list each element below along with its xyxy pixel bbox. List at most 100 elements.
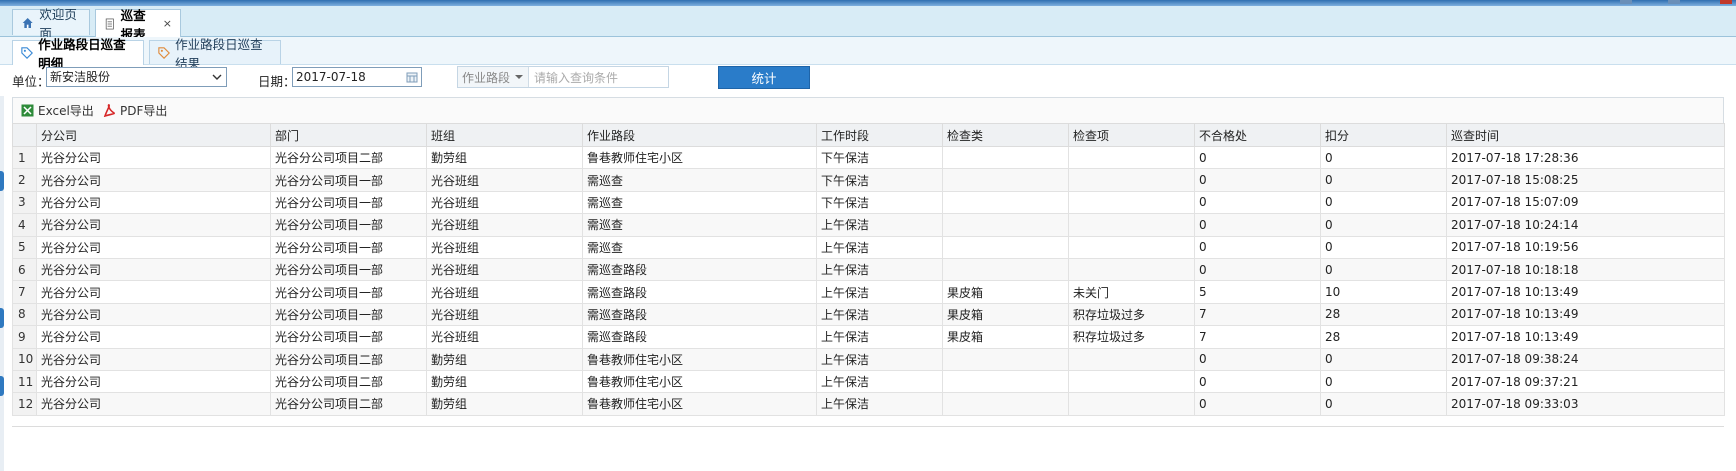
window-close-icon[interactable]: [1720, 0, 1732, 4]
table-cell: [1068, 213, 1195, 237]
column-header[interactable]: 分公司: [36, 123, 271, 147]
table-cell: 下午保洁: [816, 145, 943, 170]
table-cell: 2017-07-18 10:13:49: [1446, 302, 1725, 327]
home-icon: [22, 17, 33, 28]
column-header[interactable]: 扣分: [1320, 123, 1447, 147]
table-cell: 上午保洁: [816, 392, 943, 416]
table-cell: 光谷班组: [426, 302, 583, 327]
date-input[interactable]: 2017-07-18: [292, 67, 422, 87]
excel-export-button[interactable]: Excel导出: [21, 102, 94, 119]
table-row[interactable]: 3 光谷分公司 光谷分公司项目一部 光谷班组 需巡查 下午保洁 0 0 2017-07-18 1…: [12, 190, 1725, 215]
row-number: 9: [12, 325, 37, 349]
table-row[interactable]: 12 光谷分公司 光谷分公司项目二部 勤劳组 鲁巷教师住宅小区 上午保洁 0 0 2017-07…: [12, 392, 1725, 416]
tab-daily-detail[interactable]: 作业路段日巡查明细: [12, 37, 144, 71]
table-cell: [1068, 347, 1195, 371]
table-row[interactable]: 8 光谷分公司 光谷分公司项目一部 光谷班组 需巡查路段 上午保洁 果皮箱 积存垃圾过多 7 28…: [12, 302, 1725, 327]
table-row[interactable]: 10 光谷分公司 光谷分公司项目二部 勤劳组 鲁巷教师住宅小区 上午保洁 0 0 2017-07…: [12, 347, 1725, 371]
table-cell: 0: [1194, 257, 1321, 282]
table-cell: [1068, 392, 1195, 416]
window-control-icon[interactable]: [1620, 0, 1632, 4]
table-cell: 需巡查路段: [582, 257, 817, 282]
pdf-icon: [103, 104, 115, 117]
table-cell: 光谷分公司: [36, 325, 271, 349]
table-cell: 需巡查: [582, 168, 817, 192]
table-cell: 勤劳组: [426, 369, 583, 394]
table-cell: 2017-07-18 17:28:36: [1446, 145, 1725, 170]
table-cell: 0: [1320, 392, 1447, 416]
table-cell: 上午保洁: [816, 369, 943, 394]
tab-report[interactable]: 巡查报表 ×: [95, 8, 181, 42]
table-row[interactable]: 11 光谷分公司 光谷分公司项目二部 勤劳组 鲁巷教师住宅小区 上午保洁 0 0 2017-07…: [12, 369, 1725, 394]
table-cell: 光谷分公司项目二部: [270, 392, 427, 416]
unit-select-value: 新安洁股份: [50, 70, 111, 84]
table-cell: 光谷分公司: [36, 168, 271, 192]
tab-daily-result[interactable]: 作业路段日巡查结果: [149, 37, 281, 71]
table-cell: 0: [1194, 235, 1321, 259]
table-cell: 上午保洁: [816, 280, 943, 304]
field-select-value: 作业路段: [462, 70, 511, 85]
query-input[interactable]: 请输入查询条件: [529, 69, 618, 86]
table-cell: 上午保洁: [816, 347, 943, 371]
column-header[interactable]: 班组: [426, 123, 583, 147]
column-header[interactable]: 检查类: [942, 123, 1069, 147]
sub-tab-bar: 作业路段日巡查明细 作业路段日巡查结果: [0, 37, 1736, 71]
unit-label: 单位：: [12, 74, 50, 89]
table-row[interactable]: 2 光谷分公司 光谷分公司项目一部 光谷班组 需巡查 下午保洁 0 0 2017-07-18 1…: [12, 168, 1725, 192]
table-cell: 0: [1320, 257, 1447, 282]
table-cell: [1068, 257, 1195, 282]
column-header[interactable]: 不合格处: [1194, 123, 1321, 147]
table-cell: 2017-07-18 10:24:14: [1446, 213, 1725, 237]
table-cell: 0: [1320, 235, 1447, 259]
table-row[interactable]: 7 光谷分公司 光谷分公司项目一部 光谷班组 需巡查路段 上午保洁 果皮箱 未关门 5 10 201…: [12, 280, 1725, 304]
table-cell: 2017-07-18 09:38:24: [1446, 347, 1725, 371]
window-control-icon[interactable]: [1668, 0, 1680, 4]
table-cell: 光谷分公司: [36, 145, 271, 170]
rownum-header: [12, 123, 37, 147]
table-cell: [942, 347, 1069, 371]
filter-bar: 单位： 新安洁股份 日期： 2017-07-18 作业路段 请输入查询条件 统计: [0, 66, 1736, 94]
table-cell: 勤劳组: [426, 392, 583, 416]
tab-welcome[interactable]: 欢迎页面: [12, 7, 90, 41]
table-cell: 需巡查路段: [582, 280, 817, 304]
table-row[interactable]: 5 光谷分公司 光谷分公司项目一部 光谷班组 需巡查 上午保洁 0 0 2017-07-18 1…: [12, 235, 1725, 259]
row-number: 8: [12, 302, 37, 327]
calendar-icon[interactable]: [406, 71, 418, 83]
table-row[interactable]: 9 光谷分公司 光谷分公司项目一部 光谷班组 需巡查路段 上午保洁 果皮箱 积存垃圾过多 7 28…: [12, 325, 1725, 349]
table-cell: 光谷分公司项目一部: [270, 213, 427, 237]
row-number: 10: [12, 347, 37, 371]
table-cell: 光谷分公司: [36, 213, 271, 237]
row-number: 1: [12, 145, 37, 170]
table-cell: 未关门: [1068, 280, 1195, 304]
column-header[interactable]: 巡查时间: [1446, 123, 1725, 147]
table-cell: 光谷分公司: [36, 190, 271, 215]
table-cell: 0: [1320, 213, 1447, 237]
table-row[interactable]: 1 光谷分公司 光谷分公司项目二部 勤劳组 鲁巷教师住宅小区 下午保洁 0 0 2017-07-…: [12, 145, 1725, 170]
row-number: 3: [12, 190, 37, 215]
inspection-table: 分公司 部门 班组 作业路段 工作时段 检查类 检查项 不合格处 扣分 巡查时间…: [12, 123, 1725, 416]
field-select[interactable]: 作业路段: [458, 67, 530, 87]
column-header[interactable]: 部门: [270, 123, 427, 147]
tab-close-icon[interactable]: ×: [163, 17, 172, 30]
table-cell: 鲁巷教师住宅小区: [582, 392, 817, 416]
stat-button[interactable]: 统计: [718, 66, 810, 89]
pdf-export-button[interactable]: PDF导出: [103, 102, 167, 119]
date-label: 日期：: [258, 74, 296, 89]
unit-select[interactable]: 新安洁股份: [46, 67, 227, 87]
table-row[interactable]: 4 光谷分公司 光谷分公司项目一部 光谷班组 需巡查 上午保洁 0 0 2017-07-18 1…: [12, 213, 1725, 237]
table-cell: 0: [1320, 369, 1447, 394]
side-handle[interactable]: [0, 171, 4, 191]
row-number: 12: [12, 392, 37, 416]
side-handle[interactable]: [0, 376, 4, 396]
column-header[interactable]: 检查项: [1068, 123, 1195, 147]
query-field-combo: 作业路段 请输入查询条件: [457, 66, 669, 88]
table-cell: 果皮箱: [942, 280, 1069, 304]
table-row[interactable]: 6 光谷分公司 光谷分公司项目一部 光谷班组 需巡查路段 上午保洁 0 0 2017-07-18…: [12, 257, 1725, 282]
table-cell: 光谷分公司: [36, 235, 271, 259]
table-cell: 光谷分公司项目一部: [270, 325, 427, 349]
table-cell: [942, 235, 1069, 259]
column-header[interactable]: 工作时段: [816, 123, 943, 147]
side-handle[interactable]: [0, 308, 4, 328]
column-header[interactable]: 作业路段: [582, 123, 817, 147]
table-cell: 2017-07-18 09:33:03: [1446, 392, 1725, 416]
table-body: 1 光谷分公司 光谷分公司项目二部 勤劳组 鲁巷教师住宅小区 下午保洁 0 0 2017-07-…: [12, 145, 1725, 416]
